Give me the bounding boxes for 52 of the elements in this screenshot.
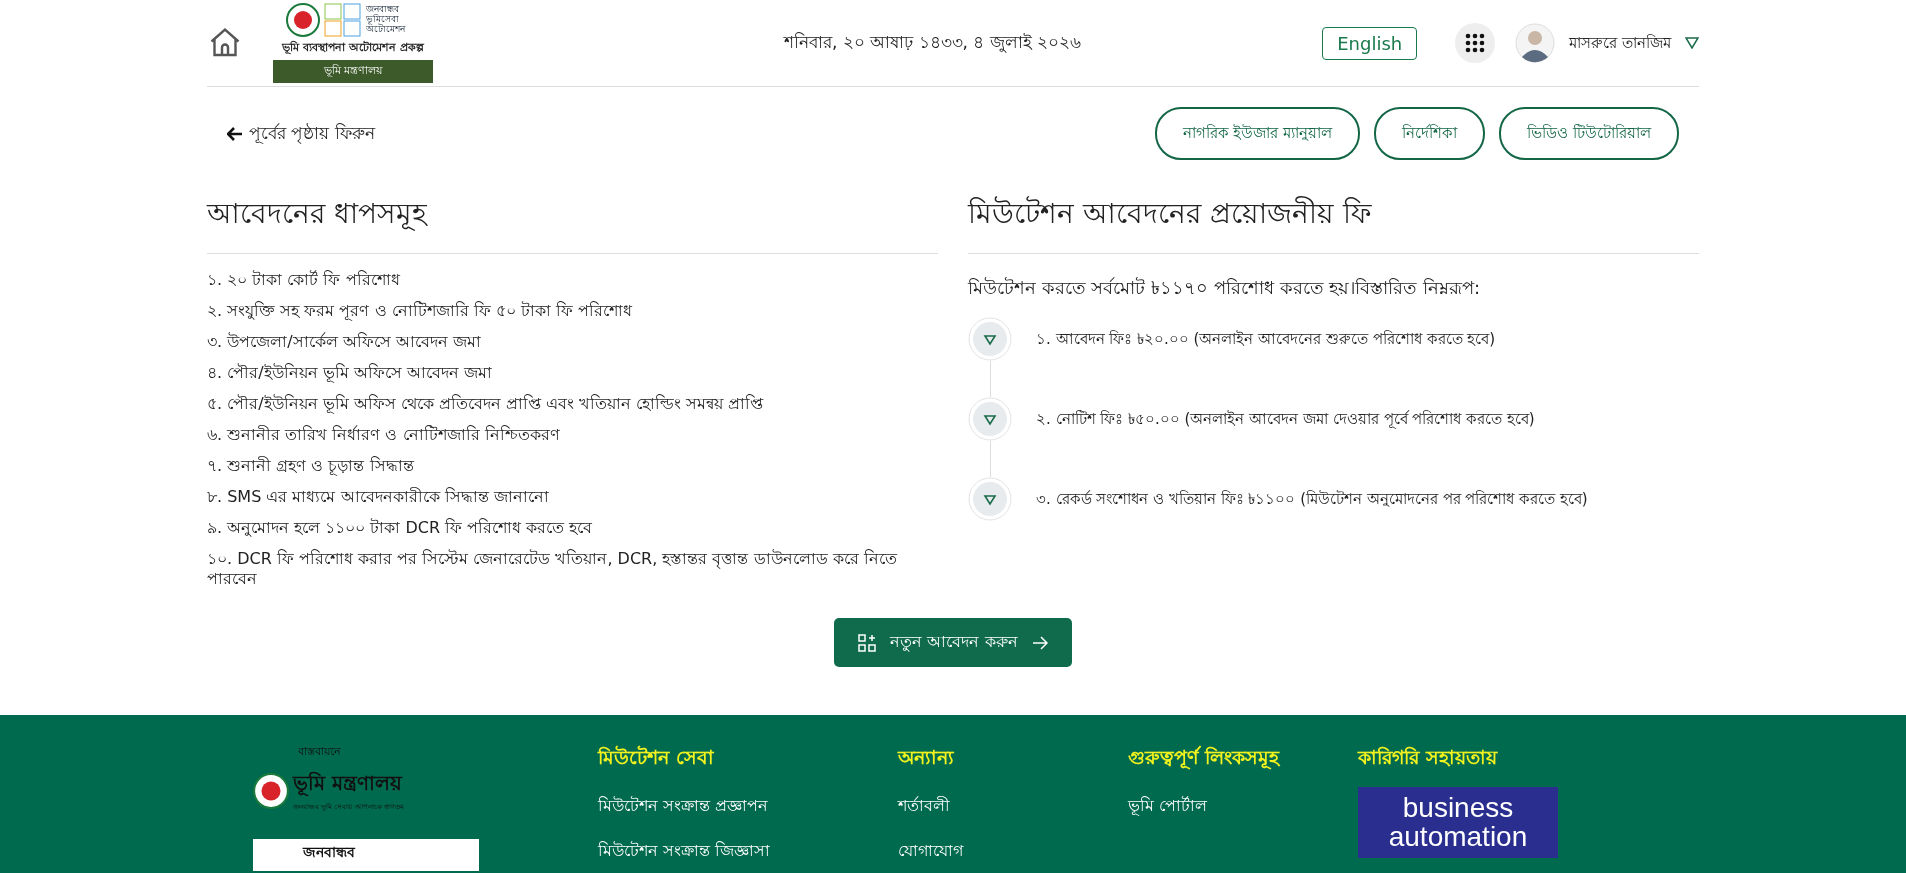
step-text: ১০. DCR ফি পরিশোধ করার পর সিস্টেম জেনারেটেড খতিয়ান, DCR, হস্তান্তর বৃত্তান্ত ডাউনলোড করে নিতে পারবেন bbox=[207, 549, 899, 589]
footer-link[interactable]: যোগাযোগ bbox=[898, 838, 1128, 865]
sponsor-logo[interactable]: business automation bbox=[1358, 787, 1558, 858]
footer-heading: মিউটেশন সেবা bbox=[598, 744, 715, 770]
timeline-marker-icon bbox=[968, 397, 1012, 441]
step-text: ৯. অনুমোদন হলে ১১০০ টাকা DCR ফি পরিশোধ করতে হবে bbox=[207, 518, 594, 538]
footer-heading: অন্যান্য bbox=[898, 745, 955, 770]
step-text: ৪. পৌর/ইউনিয়ন ভূমি অফিসে আবেদন জমা bbox=[207, 363, 493, 383]
timeline-marker-icon bbox=[968, 477, 1012, 521]
step-text: ৭. শুনানী গ্রহণ ও চূড়ান্ত সিদ্ধান্ত bbox=[207, 456, 416, 476]
step-text: ৫. পৌর/ইউনিয়ন ভূমি অফিস থেকে প্রতিবেদন প্রাপ্তি এবং খতিয়ান হোল্ডিং সমন্বয় প্রাপ্তি bbox=[207, 394, 765, 414]
language-button[interactable]: English bbox=[1322, 26, 1418, 60]
footer-heading: কারিগরি সহায়তায় bbox=[1358, 745, 1499, 770]
step-text: ৮. SMS এর মাধ্যমে আবেদনকারীকে সিদ্ধান্ত জানানো bbox=[207, 487, 550, 507]
logo-caption: জনবান্ধব ভূমিসেবা অটোমেশন bbox=[366, 5, 407, 35]
help-button[interactable]: নির্দেশিকা bbox=[1374, 107, 1486, 160]
new-application-button[interactable]: নতুন আবেদন করুন bbox=[834, 618, 1072, 667]
fee-text: ১. আবেদন ফিঃ ৳২০.০০ (অনলাইন আবেদনের শুরুতে পরিশোধ করতে হবে) bbox=[1036, 328, 1496, 350]
footer-heading: গুরুত্বপূর্ণ লিংকসমূহ bbox=[1128, 745, 1281, 772]
date-text: শনিবার, ২০ আষাঢ় ১৪৩৩, ৪ জুলাই ২০২৬ bbox=[784, 31, 1082, 55]
step-text: ৩. উপজেলা/সার্কেল অফিসে আবেদন জমা bbox=[207, 332, 482, 352]
emblem-icon bbox=[286, 3, 320, 37]
fee-text: ২. নোটিশ ফিঃ ৳৫০.০০ (অনলাইন আবেদন জমা দেওয়ার পূর্বে পরিশোধ করতে হবে) bbox=[1036, 408, 1535, 431]
step-text: ১. ২০ টাকা কোর্ট ফি পরিশোধ bbox=[207, 270, 401, 290]
dropdown-caret-icon[interactable] bbox=[1685, 37, 1699, 49]
ministry-banner: ভূমি মন্ত্রণালয় bbox=[273, 60, 433, 83]
step-text: ৬. শুনানীর তারিখ নির্ধারণ ও নোটিশজারি নিশ্চিতকরণ bbox=[207, 425, 561, 445]
ministry-name: ভূমি মন্ত্রণালয় bbox=[293, 770, 404, 799]
apps-grid-icon[interactable] bbox=[1455, 23, 1496, 63]
partner-logo: জনবান্ধব bbox=[253, 839, 479, 871]
service-tiles-icon bbox=[324, 3, 362, 37]
help-button[interactable]: ভিডিও টিউটোরিয়াল bbox=[1499, 107, 1679, 160]
fee-text: ৩. রেকর্ড সংশোধন ও খতিয়ান ফিঃ ৳১১০০ (মিউটেশন অনুমোদনের পর পরিশোধ করতে হবে) bbox=[1036, 488, 1588, 510]
project-title: ভূমি ব্যবস্থাপনা অটোমেশন প্রকল্প bbox=[282, 39, 424, 56]
footer-link[interactable]: মিউটেশন সংক্রান্ত জিজ্ঞাসা bbox=[598, 838, 898, 865]
footer-link[interactable]: মিউটেশন সংক্রান্ত প্রজ্ঞাপন bbox=[598, 793, 898, 820]
right-arrow-icon bbox=[1031, 635, 1048, 650]
timeline-marker-icon bbox=[968, 317, 1012, 361]
fee-summary: মিউটেশন করতে সর্বমোট ৳১১৭০ পরিশোধ করতে হয়।বিস্তারিত নিম্নরূপ: bbox=[968, 276, 1482, 300]
user-name[interactable]: মাসরুরে তানজিম bbox=[1569, 30, 1671, 56]
emblem-icon bbox=[253, 772, 289, 809]
back-arrow-icon[interactable] bbox=[227, 126, 243, 141]
implementer-label: বাস্তবায়নে bbox=[298, 744, 342, 760]
help-button[interactable]: নাগরিক ইউজার ম্যানুয়াল bbox=[1154, 107, 1361, 160]
footer-link[interactable]: ভূমি পোর্টাল bbox=[1128, 793, 1358, 820]
back-link[interactable]: পূর্বের পৃষ্ঠায় ফিরুন bbox=[227, 119, 375, 148]
add-grid-icon bbox=[858, 633, 877, 652]
footer-link[interactable]: শর্তাবলী bbox=[898, 793, 1128, 820]
section-heading: মিউটেশন আবেদনের প্রয়োজনীয় ফি bbox=[968, 178, 1699, 254]
step-text: ২. সংযুক্তি সহ ফরম পূরণ ও নোটিশজারি ফি ৫০ টাকা ফি পরিশোধ bbox=[207, 301, 634, 321]
avatar-icon[interactable] bbox=[1515, 23, 1556, 63]
section-heading: আবেদনের ধাপসমূহ bbox=[207, 178, 938, 254]
